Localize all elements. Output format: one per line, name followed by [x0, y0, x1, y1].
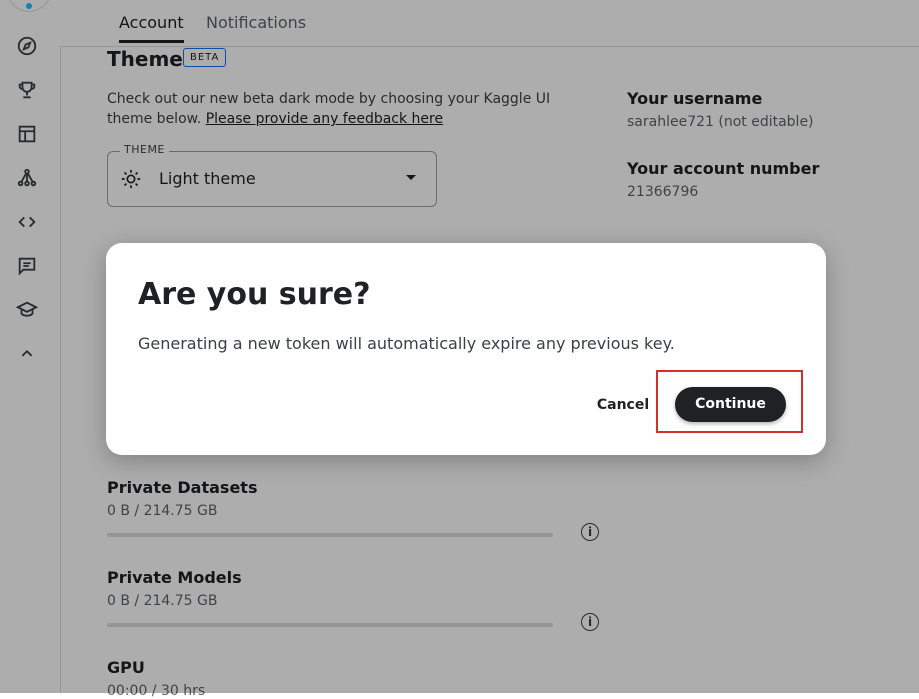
- cancel-button[interactable]: Cancel: [580, 388, 666, 422]
- dialog-title: Are you sure?: [138, 277, 371, 312]
- confirm-dialog: Are you sure? Generating a new token wil…: [106, 243, 826, 455]
- dialog-message: Generating a new token will automaticall…: [138, 334, 675, 353]
- highlight-box: [656, 370, 803, 433]
